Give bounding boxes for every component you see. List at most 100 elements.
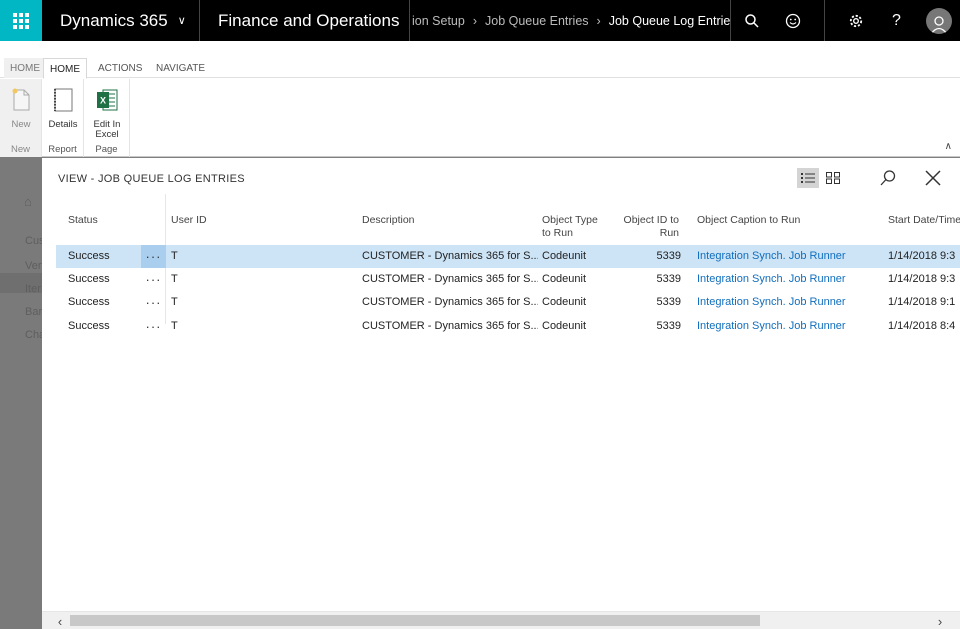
help-icon: ?: [892, 11, 901, 29]
cell-user-id: T: [171, 320, 178, 332]
cell-start-datetime: 1/14/2018 9:1: [888, 296, 956, 308]
table-row[interactable]: Success ··· T CUSTOMER - Dynamics 365 fo…: [56, 315, 960, 338]
column-header-start-datetime[interactable]: Start Date/Time: [888, 214, 960, 227]
new-button[interactable]: New: [1, 87, 41, 130]
help-button[interactable]: ?: [876, 0, 917, 41]
cell-start-datetime: 1/14/2018 9:3: [888, 273, 956, 285]
cell-object-type: Codeunit: [542, 273, 587, 285]
app-name[interactable]: Finance and Operations: [200, 0, 410, 41]
column-header-object-type[interactable]: Object Type to Run: [542, 214, 606, 240]
row-more-options-button[interactable]: ···: [141, 315, 166, 338]
user-account-button[interactable]: [918, 0, 959, 41]
search-icon: [744, 13, 759, 28]
row-more-options-button[interactable]: ···: [141, 268, 166, 291]
cell-status: Success: [68, 250, 110, 262]
brand-label: Dynamics 365: [60, 10, 168, 30]
chevron-down-icon: ∨: [177, 15, 186, 27]
row-more-options-button[interactable]: ···: [141, 291, 166, 314]
table-row[interactable]: Success ··· T CUSTOMER - Dynamics 365 fo…: [56, 291, 960, 314]
column-header-object-id[interactable]: Object ID to Run: [619, 214, 679, 240]
breadcrumb-item[interactable]: Job Queue Entries: [485, 14, 589, 28]
cell-object-type: Codeunit: [542, 296, 587, 308]
filter-search-button[interactable]: [876, 166, 900, 190]
excel-icon: X: [97, 89, 118, 111]
breadcrumb: ion Setup › Job Queue Entries › Job Queu…: [410, 0, 730, 41]
app-launcher-button[interactable]: [0, 0, 42, 41]
chevron-right-icon: ›: [472, 13, 477, 28]
cell-object-caption-link[interactable]: Integration Synch. Job Runner: [697, 296, 846, 308]
search-button[interactable]: [731, 0, 772, 41]
new-button-label: New: [11, 119, 31, 130]
ribbon-group-page: X Edit In Excel Page: [84, 79, 130, 157]
scroll-right-arrow-icon[interactable]: ›: [932, 613, 948, 629]
home-icon: ⌂: [24, 194, 32, 209]
details-button-label: Details: [48, 119, 78, 130]
search-icon: [880, 170, 896, 186]
scrollbar-thumb[interactable]: [70, 615, 760, 626]
group-label-report: Report: [48, 144, 77, 155]
row-more-options-button[interactable]: ···: [141, 245, 166, 268]
waffle-icon: [13, 12, 29, 29]
tile-view-button[interactable]: [822, 168, 844, 188]
table-row[interactable]: Success ··· T CUSTOMER - Dynamics 365 fo…: [56, 268, 960, 291]
cell-description: CUSTOMER - Dynamics 365 for S...: [362, 296, 538, 308]
gear-icon: [849, 14, 862, 27]
table-row[interactable]: Success ··· T CUSTOMER - Dynamics 365 fo…: [56, 245, 960, 268]
horizontal-scrollbar[interactable]: ‹ ›: [42, 611, 960, 629]
person-icon: [929, 15, 948, 34]
tab-home[interactable]: HOME: [43, 58, 87, 79]
details-button[interactable]: Details: [43, 87, 83, 130]
job-queue-log-panel: VIEW - JOB QUEUE LOG ENTRIES Status User…: [42, 158, 960, 629]
list-view-button[interactable]: [797, 168, 819, 188]
tab-home-background[interactable]: HOME: [4, 58, 46, 78]
chevron-right-icon: ›: [596, 13, 601, 28]
close-icon: [925, 170, 941, 186]
collapse-ribbon-chevron-up-icon[interactable]: ∧: [945, 141, 952, 152]
cell-object-id: 5339: [656, 273, 681, 285]
svg-text:X: X: [100, 96, 106, 106]
cell-description: CUSTOMER - Dynamics 365 for S...: [362, 320, 538, 332]
column-header-description[interactable]: Description: [362, 214, 415, 227]
breadcrumb-current: Job Queue Log Entries: [608, 13, 730, 28]
page-title: VIEW - JOB QUEUE LOG ENTRIES: [58, 173, 245, 185]
feedback-button[interactable]: [772, 0, 813, 41]
ribbon-tabs: HOME HOME ACTIONS NAVIGATE: [0, 58, 960, 79]
cell-object-caption-link[interactable]: Integration Synch. Job Runner: [697, 273, 846, 285]
cell-object-caption-link[interactable]: Integration Synch. Job Runner: [697, 250, 846, 262]
settings-button[interactable]: [835, 0, 876, 41]
ribbon-group-new: New New: [0, 79, 42, 157]
cell-object-type: Codeunit: [542, 320, 587, 332]
cell-object-id: 5339: [656, 296, 681, 308]
ribbon-group-report: Details Report: [42, 79, 84, 157]
brand-menu[interactable]: Dynamics 365 ∨: [42, 0, 200, 41]
column-header-user-id[interactable]: User ID: [171, 214, 207, 227]
tile-view-icon: [826, 172, 840, 184]
cell-object-type: Codeunit: [542, 250, 587, 262]
smiley-icon: [785, 13, 800, 28]
cell-status: Success: [68, 320, 110, 332]
new-document-icon: [12, 88, 30, 111]
avatar: [925, 7, 952, 34]
group-label-new: New: [10, 144, 30, 155]
list-view-icon: [801, 173, 815, 183]
edit-in-excel-button[interactable]: X Edit In Excel: [87, 87, 127, 140]
cell-start-datetime: 1/14/2018 9:3: [888, 250, 956, 262]
details-report-icon: [54, 88, 73, 112]
group-label-page: Page: [95, 144, 118, 155]
column-header-status[interactable]: Status: [68, 214, 98, 227]
cell-description: CUSTOMER - Dynamics 365 for S...: [362, 250, 538, 262]
cell-object-caption-link[interactable]: Integration Synch. Job Runner: [697, 320, 846, 332]
tab-actions[interactable]: ACTIONS: [92, 58, 148, 78]
cell-description: CUSTOMER - Dynamics 365 for S...: [362, 273, 538, 285]
background-item: Iter: [25, 283, 41, 295]
top-nav-bar: Dynamics 365 ∨ Finance and Operations io…: [0, 0, 960, 41]
breadcrumb-item[interactable]: ion Setup: [412, 14, 465, 28]
close-button[interactable]: [921, 166, 945, 190]
cell-status: Success: [68, 296, 110, 308]
cell-object-id: 5339: [656, 320, 681, 332]
tab-navigate[interactable]: NAVIGATE: [150, 58, 211, 78]
scroll-left-arrow-icon[interactable]: ‹: [52, 613, 68, 629]
cell-object-id: 5339: [656, 250, 681, 262]
column-header-object-caption[interactable]: Object Caption to Run: [697, 214, 800, 227]
cell-user-id: T: [171, 296, 178, 308]
